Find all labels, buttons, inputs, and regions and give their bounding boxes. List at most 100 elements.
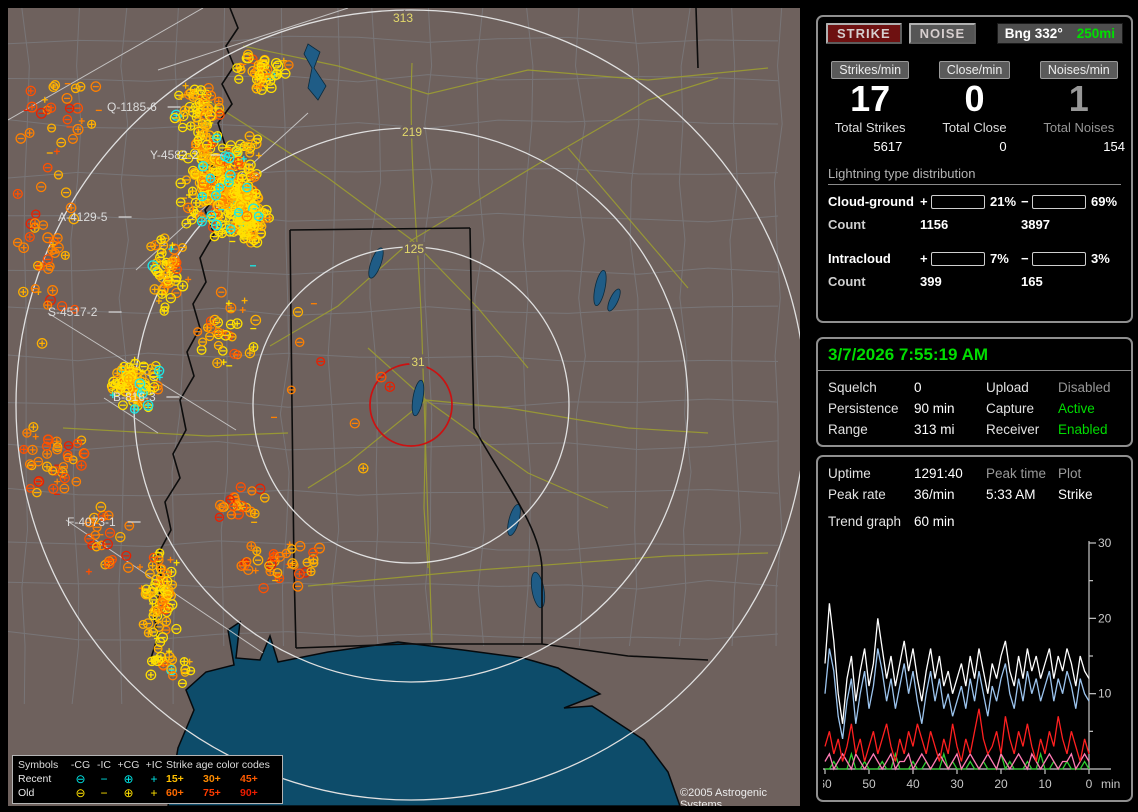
storm-cell-label: S-4517-2 (48, 305, 98, 319)
age-30-label: 30+ (203, 773, 221, 785)
squelch-label: Squelch (828, 380, 877, 395)
age-15-label: 15+ (166, 773, 184, 785)
minus-sign: − (1021, 251, 1029, 267)
cg-plus-bar (931, 194, 985, 209)
cg-plus-recent-icon: ⊕ (123, 772, 134, 786)
noise-button[interactable]: NOISE (908, 23, 977, 44)
range-value: 250mi (1076, 26, 1115, 41)
noises-rate-column: Noises/min 1 Total Noises 154 (1027, 61, 1131, 154)
ic-plus-old-icon: + (150, 786, 158, 800)
total-noises-label: Total Noises (1043, 120, 1115, 136)
ic-plus-count: 399 (920, 274, 942, 290)
cloud-ground-label: Cloud-ground (828, 194, 914, 210)
legend-col-cg-minus: -CG (70, 759, 91, 771)
ic-plus-recent-icon: + (150, 772, 158, 786)
strikes-per-min-value: 17 (850, 78, 891, 119)
range-label: Range (828, 422, 868, 437)
plus-sign: + (920, 251, 928, 267)
persistence-value: 90 min (914, 401, 955, 416)
svg-text:30: 30 (1098, 537, 1112, 550)
svg-text:20: 20 (994, 777, 1008, 791)
bearing-range-display: Bng 332° 250mi (996, 23, 1123, 44)
close-per-min-label: Close/min (938, 61, 1011, 79)
trend-panel: Uptime 1291:40 Peak time Plot Peak rate … (816, 455, 1133, 802)
noises-per-min-label: Noises/min (1039, 61, 1118, 79)
cg-minus-old-icon: ⊖ (75, 786, 86, 800)
storm-cell-label: B-816-3 (113, 390, 156, 404)
close-per-min-value: 0 (964, 78, 985, 119)
distribution-title: Lightning type distribution (828, 166, 1121, 186)
cg-minus-recent-icon: ⊖ (75, 772, 86, 786)
minus-sign: − (1021, 194, 1029, 210)
ic-minus-old-icon: − (100, 786, 108, 800)
cg-plus-count: 1156 (920, 217, 949, 233)
map-canvas[interactable]: 313 219 125 31 Q-1185-6 Y-4582-2 A-4129-5 S-451… (8, 8, 800, 806)
lightning-map[interactable]: 313 219 125 31 Q-1185-6 Y-4582-2 A-4129-5 S-451… (8, 8, 800, 806)
lightning-distribution-section: Lightning type distribution Cloud-ground… (818, 154, 1131, 289)
capture-status: Active (1058, 401, 1095, 416)
svg-text:313: 313 (393, 11, 413, 25)
ic-count-label: Count (828, 274, 866, 290)
map-symbol-legend: Symbols -CG -IC +CG +IC Strike age color… (12, 755, 283, 804)
age-90-label: 90+ (240, 787, 258, 799)
cg-plus-old-icon: ⊕ (123, 786, 134, 800)
svg-text:125: 125 (404, 242, 424, 256)
range-setting-value: 313 mi (914, 422, 955, 437)
svg-text:0: 0 (1086, 777, 1093, 791)
svg-text:60: 60 (823, 777, 832, 791)
legend-col-ic-minus: -IC (97, 759, 111, 771)
copyright-text: ©2005 Astrogenic Systems (680, 787, 767, 806)
uptime-label: Uptime (828, 466, 871, 481)
ic-minus-recent-icon: − (100, 772, 108, 786)
intracloud-label: Intracloud (828, 251, 891, 267)
svg-text:30: 30 (950, 777, 964, 791)
legend-col-ic-plus: +IC (145, 759, 163, 771)
storm-cell-label: F-4073-1 (67, 515, 116, 529)
storm-cell-label: Y-4582-2 (150, 148, 199, 162)
upload-label: Upload (986, 380, 1029, 395)
upload-status: Disabled (1058, 380, 1111, 395)
total-noises-value: 154 (1103, 139, 1125, 155)
trend-graph-label: Trend graph (828, 514, 902, 529)
svg-text:20: 20 (1098, 611, 1112, 625)
noises-per-min-value: 1 (1068, 78, 1089, 119)
age-60-label: 60+ (166, 787, 184, 799)
close-rate-column: Close/min 0 Total Close 0 (922, 61, 1026, 154)
status-panel: 3/7/2026 7:55:19 AM Squelch 0 Upload Dis… (816, 337, 1133, 447)
cg-plus-pct: 21% (990, 194, 1017, 210)
total-close-value: 0 (999, 139, 1007, 155)
svg-text:219: 219 (402, 125, 422, 139)
svg-text:min: min (1101, 777, 1120, 791)
strikes-per-min-label: Strikes/min (831, 61, 910, 79)
capture-label: Capture (986, 401, 1035, 416)
peak-time-value: 5:33 AM (986, 487, 1036, 502)
uptime-value: 1291:40 (914, 466, 963, 481)
strike-statistics-panel: STRIKE NOISE Bng 332° 250mi Strikes/min … (816, 15, 1133, 323)
age-45-label: 45+ (240, 773, 258, 785)
ic-minus-count: 165 (1021, 274, 1043, 290)
app-window: 313 219 125 31 Q-1185-6 Y-4582-2 A-4129-5 S-451… (0, 0, 1138, 812)
ic-minus-pct: 3% (1091, 251, 1110, 267)
rates-row: Strikes/min 17 Total Strikes 5617 Close/… (818, 61, 1131, 154)
svg-text:10: 10 (1038, 777, 1052, 791)
age-75-label: 75+ (203, 787, 221, 799)
peak-rate-label: Peak rate (828, 487, 886, 502)
strike-button[interactable]: STRIKE (826, 23, 902, 44)
cg-minus-bar (1032, 194, 1086, 209)
svg-text:50: 50 (862, 777, 876, 791)
trend-chart: 10 20 30 60 50 40 30 20 10 0 min (823, 537, 1120, 791)
trend-graph-value: 60 min (914, 514, 955, 529)
svg-text:10: 10 (1098, 687, 1112, 701)
peak-rate-value: 36/min (914, 487, 955, 502)
ic-plus-pct: 7% (990, 251, 1009, 267)
legend-row-recent-label: Recent (18, 773, 52, 785)
legend-age-header: Strike age color codes (166, 759, 270, 771)
bearing-value: Bng 332° (1004, 26, 1063, 41)
datetime-display: 3/7/2026 7:55:19 AM (818, 339, 1131, 371)
svg-text:40: 40 (906, 777, 920, 791)
storm-cell-label: Q-1185-6 (107, 100, 157, 114)
legend-symbols-header: Symbols (18, 759, 59, 771)
total-close-label: Total Close (942, 120, 1007, 136)
strikes-rate-column: Strikes/min 17 Total Strikes 5617 (818, 61, 922, 154)
ic-minus-bar (1032, 251, 1086, 266)
